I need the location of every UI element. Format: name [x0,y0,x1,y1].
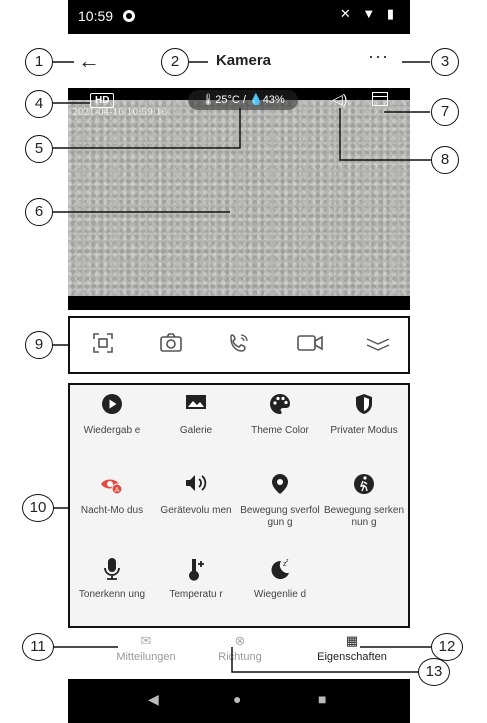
thermometer-icon [184,557,208,581]
callout-4: 4 [25,90,53,118]
feature-label: Tonerkenn ung [78,589,146,600]
callout-6: 6 [25,198,53,226]
callout-9: 9 [25,331,53,359]
callout-2: 2 [161,48,189,76]
location-icon [268,473,292,497]
more-options-icon[interactable]: ··· [368,46,389,67]
feature-label: Nacht-Mo dus [80,505,144,516]
callout-1: 1 [25,48,53,76]
nav-recents-icon[interactable]: ■ [318,691,326,707]
feature-gallery[interactable]: Galerie [154,393,238,437]
feature-motion-detection[interactable]: Bewegung serkennun g [322,473,406,529]
feature-playback[interactable]: Wiedergab e [70,393,154,437]
volume-icon[interactable]: ◁) [332,91,347,108]
tab-label: Richtung [218,651,262,663]
camera-video-feed[interactable]: HD 2021-04-16 10:59:16 🌡25°C / 💧43% ◁) [68,88,410,310]
feature-theme-color[interactable]: Theme Color [238,393,322,437]
palette-icon [268,393,292,417]
feature-label: Wiegenlie d [253,589,307,600]
status-time: 10:59 [78,8,114,24]
system-nav-bar: ◀ ● ■ [68,679,410,723]
callout-5: 5 [25,135,53,163]
callout-8: 8 [431,146,459,174]
callout-10: 10 [22,494,54,522]
feature-night-mode[interactable]: A Nacht-Mo dus [70,473,154,517]
feature-label: Bewegung sverfolgun g [240,505,320,528]
status-bar: 10:59 ✕ ▼ ▮ [68,0,410,34]
feature-grid: Wiedergab e Galerie Theme Color Privater… [68,383,410,628]
feature-sound-detection[interactable]: Tonerkenn ung [70,557,154,601]
svg-text:z: z [286,558,289,564]
nav-home-icon[interactable]: ● [233,691,241,707]
shield-icon [352,393,376,417]
moon-icon: zz [268,557,292,581]
feature-label: Bewegung serkennun g [323,505,405,528]
feature-label: Theme Color [251,425,309,436]
page-title: Kamera [215,52,272,69]
callout-11: 11 [22,633,54,661]
svg-text:A: A [115,487,120,494]
notification-dot-icon [123,10,135,22]
nav-back-icon[interactable]: ◀ [148,691,159,708]
gallery-icon [184,393,208,417]
environment-readout: 🌡25°C / 💧43% [188,90,298,110]
expand-chevron-icon[interactable] [364,332,392,360]
grid-icon: ▦ [345,633,359,648]
night-mode-icon: A [100,473,124,497]
feature-label: Galerie [179,425,213,436]
call-icon[interactable] [226,332,252,358]
direction-icon: ⊗ [234,633,246,648]
motion-icon [352,473,376,497]
callout-3: 3 [431,48,459,76]
feature-temperature[interactable]: Temperatu r [154,557,238,601]
callout-7: 7 [431,98,459,126]
tab-direction[interactable]: ⊗ Richtung [180,633,300,663]
feature-lullaby[interactable]: zz Wiegenlie d [238,557,322,601]
play-icon [100,393,124,417]
speaker-icon [184,473,208,497]
record-video-icon[interactable] [296,332,323,358]
camera-icon[interactable] [158,332,184,358]
feature-label: Wiedergab e [83,425,141,436]
tab-label: Eigenschaften [317,651,387,663]
callout-13: 13 [418,658,450,686]
microphone-icon [100,557,124,581]
feature-private-mode[interactable]: Privater Modus [322,393,406,437]
feature-device-volume[interactable]: Gerätevolu men [154,473,238,517]
hd-quality-badge[interactable]: HD [90,93,115,108]
feature-label: Privater Modus [330,425,398,436]
video-timestamp: 2021-04-16 10:59:16 [72,108,168,118]
screenshot-icon[interactable] [90,332,116,358]
video-frame [68,100,410,296]
tab-properties[interactable]: ▦ Eigenschaften [292,633,412,663]
control-bar [68,316,410,374]
status-icons: ✕ ▼ ▮ [339,6,398,21]
callout-12: 12 [431,633,463,661]
fullscreen-icon[interactable] [372,92,388,106]
feature-motion-tracking[interactable]: Bewegung sverfolgun g [238,473,322,529]
feature-label: Temperatu r [169,589,223,600]
feature-label: Gerätevolu men [160,505,232,516]
